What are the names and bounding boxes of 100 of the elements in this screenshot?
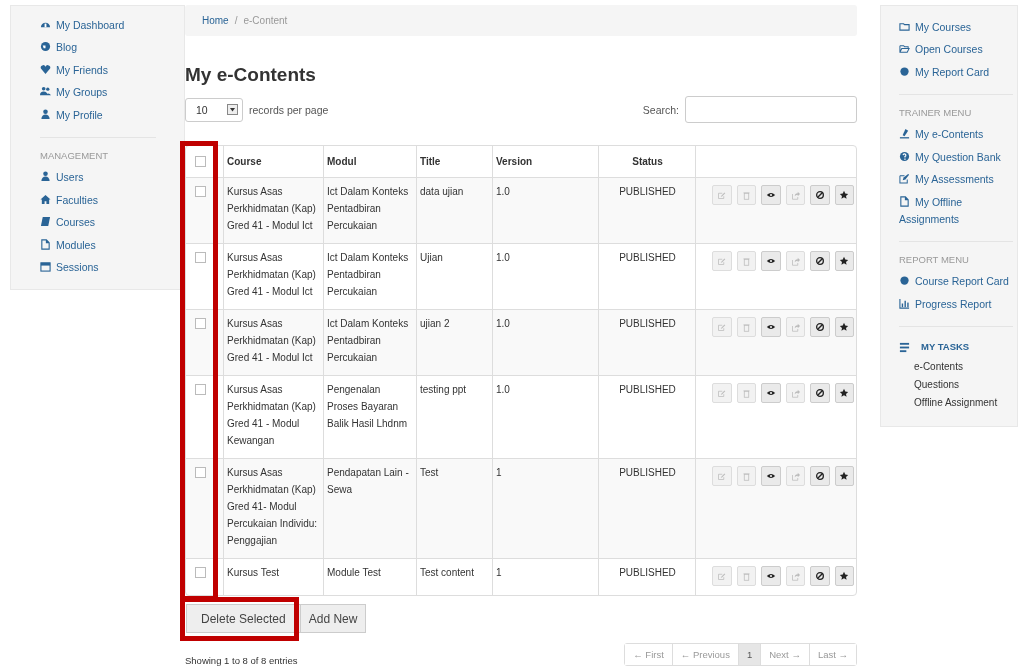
ban-button[interactable] xyxy=(810,466,830,486)
nav-link[interactable]: My Report Card xyxy=(899,61,1013,84)
course-cell: Kursus Asas Perkhidmatan (Kap) Gred 41 - Modul Ict xyxy=(227,186,316,231)
module-cell: Pendapatan Lain - Sewa xyxy=(327,467,409,495)
star-button[interactable] xyxy=(834,317,854,337)
ban-button[interactable] xyxy=(810,185,830,205)
ban-icon xyxy=(815,389,824,397)
nav-link[interactable]: My Dashboard xyxy=(40,14,156,37)
eye-button[interactable] xyxy=(761,251,781,271)
module-cell: Pengenalan Proses Bayaran Balik Hasil Lhdnm xyxy=(327,384,408,429)
column-header[interactable]: Version xyxy=(496,156,533,167)
star-icon xyxy=(840,322,849,331)
nav-link[interactable]: Course Report Card xyxy=(899,270,1013,293)
star-button[interactable] xyxy=(834,383,854,403)
nav-link[interactable]: My Question Bank xyxy=(899,146,1013,169)
module-cell: Ict Dalam Konteks Pentadbiran Percukaian xyxy=(327,186,409,231)
task-link[interactable]: Offline Assignment xyxy=(899,393,1013,412)
eye-icon xyxy=(766,473,775,479)
heart-icon xyxy=(40,63,51,75)
nav-link[interactable]: Faculties xyxy=(40,189,156,212)
column-header[interactable]: Course xyxy=(227,156,262,167)
ban-button[interactable] xyxy=(810,566,830,586)
row-checkbox[interactable] xyxy=(195,467,206,478)
edit-icon xyxy=(718,258,726,265)
nav-link[interactable]: Modules xyxy=(40,234,156,257)
version-cell: 1 xyxy=(496,567,502,578)
folder-icon xyxy=(899,20,910,32)
star-icon xyxy=(840,388,849,397)
select-all-checkbox[interactable] xyxy=(195,156,206,167)
title-cell: Ujian xyxy=(420,252,443,263)
pen-icon xyxy=(899,128,910,140)
nav-link[interactable]: My Friends xyxy=(40,59,156,82)
page-title: My e-Contents xyxy=(185,64,317,86)
nav-link[interactable]: My Profile xyxy=(40,104,156,127)
column-header[interactable]: Status xyxy=(632,156,663,167)
version-cell: 1.0 xyxy=(496,186,510,197)
user-icon xyxy=(40,108,51,120)
nav-link[interactable]: Sessions xyxy=(40,256,156,279)
nav-link[interactable]: My Assessments xyxy=(899,168,1013,191)
breadcrumb-link[interactable]: Home xyxy=(202,15,229,26)
delete-button[interactable]: Delete Selected xyxy=(186,604,301,633)
search-field[interactable] xyxy=(685,96,857,123)
star-icon xyxy=(840,256,849,265)
eye-icon xyxy=(766,324,775,330)
menu-heading: TRAINER MENU xyxy=(899,106,973,118)
circle-icon xyxy=(899,65,910,77)
eye-icon xyxy=(766,258,775,264)
eye-button[interactable] xyxy=(761,466,781,486)
eye-button[interactable] xyxy=(761,383,781,403)
file-icon xyxy=(40,238,51,250)
status-cell: PUBLISHED xyxy=(619,252,676,263)
chart-icon xyxy=(899,297,910,309)
entries-info: Showing 1 to 8 of 8 entries xyxy=(185,655,298,666)
nav-link[interactable]: Blog xyxy=(40,36,156,59)
star-button[interactable] xyxy=(834,185,854,205)
star-button[interactable] xyxy=(834,466,854,486)
star-button[interactable] xyxy=(834,251,854,271)
nav-link[interactable]: My Courses xyxy=(899,16,1013,39)
trash-icon xyxy=(743,192,750,200)
user-icon xyxy=(40,171,51,183)
edit-icon xyxy=(718,324,726,331)
tasks-heading: MY TASKS xyxy=(921,340,970,352)
row-checkbox[interactable] xyxy=(195,186,206,197)
share-icon xyxy=(791,389,800,398)
version-cell: 1.0 xyxy=(496,384,510,395)
search-label: Search: xyxy=(642,103,679,116)
nav-link[interactable]: My e-Contents xyxy=(899,123,1013,146)
column-header[interactable]: Modul xyxy=(327,156,357,167)
ban-button[interactable] xyxy=(810,251,830,271)
add-button[interactable]: Add New xyxy=(300,604,367,633)
nav-link[interactable]: Open Courses xyxy=(899,38,1013,61)
nav-link[interactable]: Progress Report xyxy=(899,293,1013,316)
ban-icon xyxy=(815,472,824,480)
pagination-button[interactable]: 1 xyxy=(737,644,761,665)
row-checkbox[interactable] xyxy=(195,318,206,329)
ban-button[interactable] xyxy=(810,317,830,337)
share-icon xyxy=(791,191,800,200)
eye-button[interactable] xyxy=(761,566,781,586)
row-checkbox[interactable] xyxy=(195,252,206,263)
circle-icon xyxy=(899,275,910,287)
eye-button[interactable] xyxy=(761,317,781,337)
ban-icon xyxy=(815,257,824,265)
column-header[interactable]: Title xyxy=(420,156,441,167)
task-link[interactable]: Questions xyxy=(899,375,1013,394)
row-checkbox[interactable] xyxy=(195,384,206,395)
nav-link[interactable]: Courses xyxy=(40,211,156,234)
nav-link[interactable]: My Offline Assignments xyxy=(899,191,1013,231)
status-cell: PUBLISHED xyxy=(619,467,676,478)
menu-heading: REPORT MENU xyxy=(899,253,970,265)
nav-link[interactable]: My Groups xyxy=(40,81,156,104)
page-length-select[interactable]: 10 xyxy=(185,97,243,122)
course-cell: Kursus Asas Perkhidmatan (Kap) Gred 41 - Modul Ict xyxy=(227,252,316,297)
row-checkbox[interactable] xyxy=(195,567,206,578)
task-link[interactable]: e-Contents xyxy=(899,357,1013,376)
ban-button[interactable] xyxy=(810,383,830,403)
version-cell: 1.0 xyxy=(496,318,510,329)
eye-button[interactable] xyxy=(761,185,781,205)
ban-icon xyxy=(815,323,824,331)
star-button[interactable] xyxy=(834,566,854,586)
nav-link[interactable]: Users xyxy=(40,166,156,189)
